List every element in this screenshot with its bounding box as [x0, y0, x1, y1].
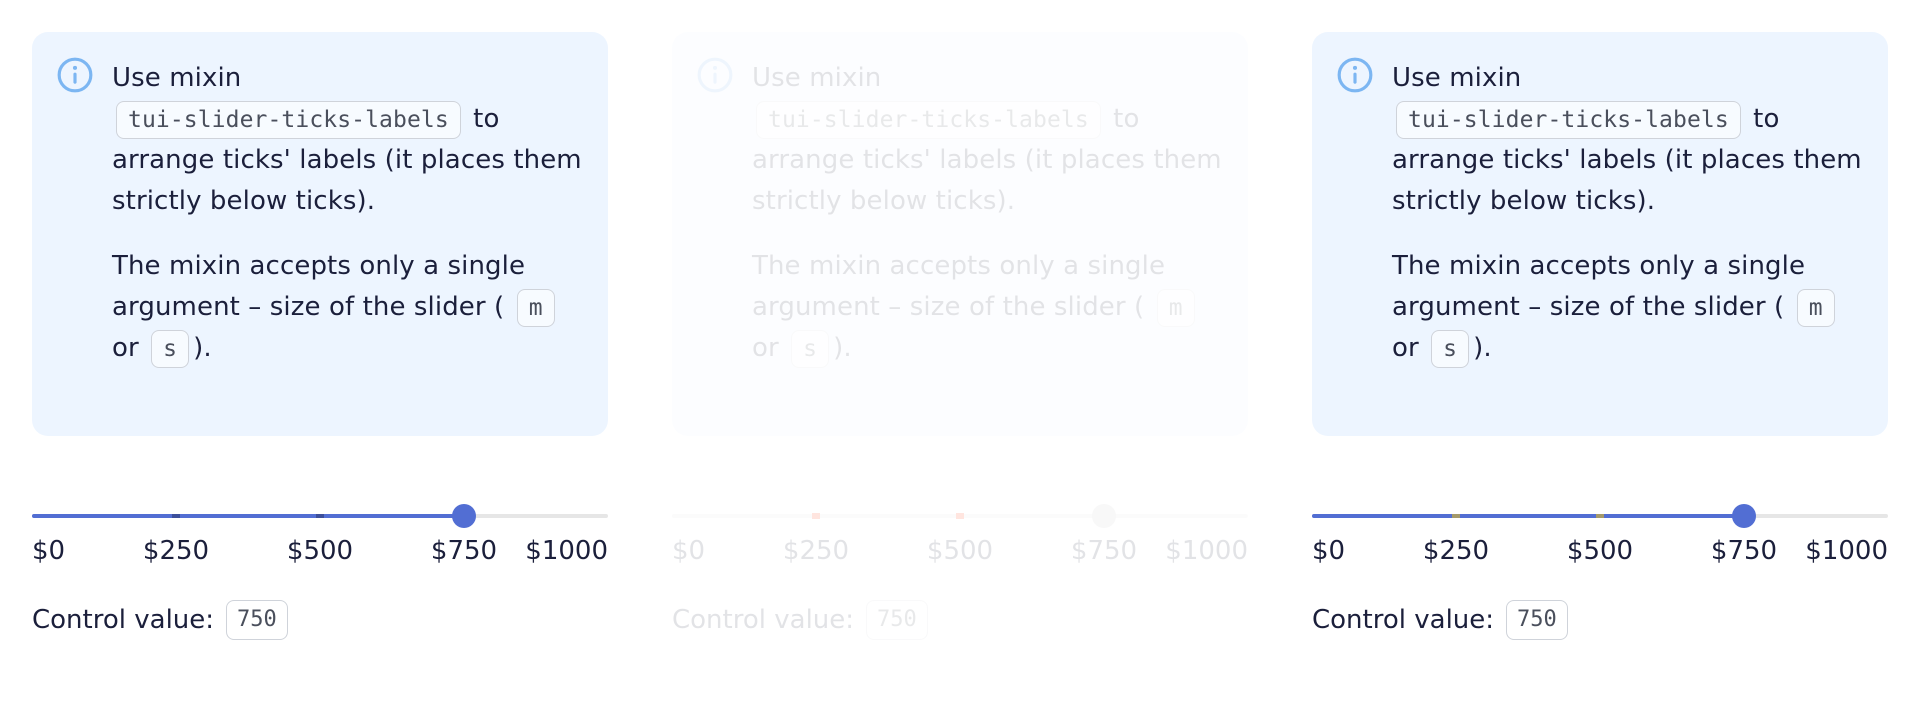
size-s-code: s	[791, 330, 830, 368]
tick-label: $250	[142, 536, 210, 566]
demo-panel: Use mixin tui-slider-ticks-labels to arr…	[0, 0, 639, 704]
info-icon	[57, 57, 93, 93]
notice-text: The mixin accepts only a single argument…	[752, 251, 1166, 322]
slider-tick	[1596, 514, 1604, 518]
mixin-code: tui-slider-ticks-labels	[756, 101, 1101, 139]
demo-panel: Use mixin tui-slider-ticks-labels to arr…	[1280, 0, 1919, 704]
notice-text: Use mixin	[112, 63, 242, 93]
control-value-row: Control value: 750	[1312, 598, 1572, 642]
demo-panel-disabled: Use mixin tui-slider-ticks-labels to arr…	[640, 0, 1279, 704]
notice-paragraph-2: The mixin accepts only a single argument…	[112, 246, 584, 369]
notice-text: ).	[1473, 333, 1492, 363]
tick-label: $500	[286, 536, 354, 566]
size-m-code: m	[1796, 289, 1835, 327]
notice-paragraph-1: Use mixin tui-slider-ticks-labels to arr…	[1392, 58, 1864, 222]
ticks-labels: $0 $250 $500 $750 $1000	[1312, 536, 1888, 570]
tick-label: $750	[430, 536, 498, 566]
tick-label: $750	[1070, 536, 1138, 566]
control-value: 750	[866, 600, 928, 640]
slider-thumb[interactable]	[1732, 504, 1756, 528]
notice-text: Use mixin	[1392, 63, 1522, 93]
tick-label: $500	[926, 536, 994, 566]
ticks-labels: $0 $250 $500 $750 $1000	[32, 536, 608, 570]
info-notice: Use mixin tui-slider-ticks-labels to arr…	[32, 32, 608, 436]
info-icon	[1337, 57, 1373, 93]
notice-text: or	[1392, 333, 1419, 363]
slider-tick	[316, 514, 324, 518]
tick-label: $0	[672, 536, 706, 566]
notice-paragraph-2: The mixin accepts only a single argument…	[1392, 246, 1864, 369]
control-value-label: Control value:	[1312, 605, 1495, 635]
range-slider-disabled	[672, 500, 1248, 532]
slider-tick	[812, 513, 820, 519]
size-m-code: m	[516, 289, 555, 327]
control-value-row: Control value: 750	[672, 598, 932, 642]
mixin-code: tui-slider-ticks-labels	[1396, 101, 1741, 139]
control-value-label: Control value:	[672, 605, 855, 635]
notice-paragraph-2: The mixin accepts only a single argument…	[752, 246, 1224, 369]
ticks-labels: $0 $250 $500 $750 $1000	[672, 536, 1248, 570]
notice-text: ).	[833, 333, 852, 363]
size-s-code: s	[151, 330, 190, 368]
slider-thumb[interactable]	[452, 504, 476, 528]
info-notice: Use mixin tui-slider-ticks-labels to arr…	[672, 32, 1248, 436]
slider-tick	[1452, 514, 1460, 518]
tick-label: $500	[1566, 536, 1634, 566]
tick-label: $750	[1710, 536, 1778, 566]
size-s-code: s	[1431, 330, 1470, 368]
mixin-code: tui-slider-ticks-labels	[116, 101, 461, 139]
control-value-label: Control value:	[32, 605, 215, 635]
notice-paragraph-1: Use mixin tui-slider-ticks-labels to arr…	[752, 58, 1224, 222]
slider-fill	[1312, 514, 1744, 518]
control-value: 750	[226, 600, 288, 640]
tick-label: $1000	[1165, 536, 1248, 566]
notice-text: or	[112, 333, 139, 363]
demo-stage: Use mixin tui-slider-ticks-labels to arr…	[0, 0, 1920, 704]
tick-label: $250	[1422, 536, 1490, 566]
info-icon	[697, 57, 733, 93]
tick-label: $1000	[525, 536, 608, 566]
size-m-code: m	[1156, 289, 1195, 327]
slider-tick	[172, 514, 180, 518]
slider-tick	[956, 513, 964, 519]
tick-label: $0	[1312, 536, 1346, 566]
notice-text: The mixin accepts only a single argument…	[1392, 251, 1806, 322]
control-value-row: Control value: 750	[32, 598, 292, 642]
slider-thumb	[1092, 504, 1116, 528]
tick-label: $1000	[1805, 536, 1888, 566]
range-slider[interactable]	[32, 500, 608, 532]
info-notice: Use mixin tui-slider-ticks-labels to arr…	[1312, 32, 1888, 436]
notice-text: ).	[193, 333, 212, 363]
tick-label: $250	[782, 536, 850, 566]
range-slider[interactable]	[1312, 500, 1888, 532]
notice-paragraph-1: Use mixin tui-slider-ticks-labels to arr…	[112, 58, 584, 222]
slider-fill	[32, 514, 464, 518]
notice-text: The mixin accepts only a single argument…	[112, 251, 526, 322]
notice-text: or	[752, 333, 779, 363]
control-value: 750	[1506, 600, 1568, 640]
notice-text: Use mixin	[752, 63, 882, 93]
slider-fill	[672, 514, 1104, 518]
tick-label: $0	[32, 536, 66, 566]
